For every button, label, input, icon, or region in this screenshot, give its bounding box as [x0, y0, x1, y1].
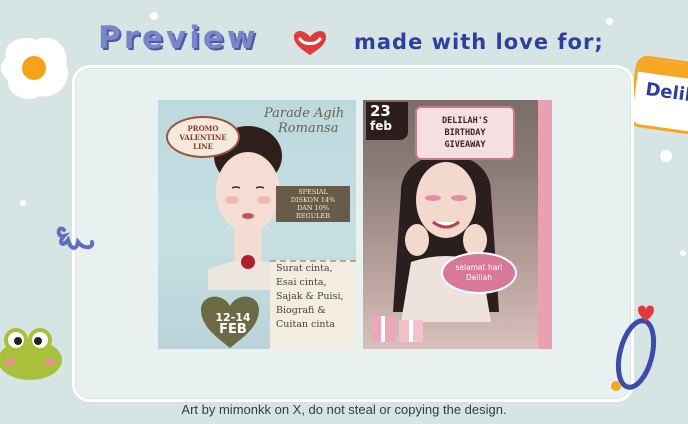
- letter-item: Sajak & Puisi,: [276, 291, 344, 302]
- giveaway-line: GIVEAWAY: [444, 140, 486, 150]
- background-dot: [660, 150, 672, 162]
- birthday-month: feb: [370, 119, 392, 133]
- greeting-bubble: selamat hari Delilah: [441, 252, 517, 294]
- letter-list: Surat cinta, Esai cinta, Sajak & Puisi, …: [270, 260, 356, 349]
- giveaway-line: BIRTHDAY: [444, 128, 486, 138]
- letter-item: Surat cinta,: [276, 263, 333, 274]
- name-tag: Delil: [627, 54, 688, 138]
- background-dot: [606, 18, 613, 25]
- made-with-love-subtitle: made with love for;: [354, 30, 604, 54]
- letter-item: Esai cinta,: [276, 277, 327, 288]
- promo-line: LINE: [193, 141, 213, 151]
- fried-egg-icon: [1, 37, 69, 99]
- promo-badge: PROMO VALENTINE LINE: [166, 116, 240, 158]
- giveaway-line: DELILAH'S: [441, 116, 489, 126]
- event-date: 12-14 FEB: [210, 312, 256, 337]
- name-tag-text: Delil: [644, 78, 688, 107]
- discount-line: SPESIAL: [298, 188, 328, 196]
- greeting-line: selamat hari: [455, 263, 503, 272]
- discount-box: SPESIAL DISKON 14% DAN 10% REGULER: [276, 186, 350, 222]
- discount-line: REGULER: [295, 212, 331, 220]
- letter-item: Biografi &: [276, 305, 326, 316]
- background-dot: [680, 250, 686, 256]
- background-dot: [20, 200, 26, 206]
- frog-icon: [0, 328, 62, 380]
- ring-icon: [611, 305, 657, 391]
- poster-title: Parade Agih Romansa: [264, 106, 356, 136]
- gift-icon: [371, 316, 423, 342]
- credit-footer: Art by mimonkk on X, do not steal or cop…: [181, 402, 507, 417]
- poster-title-line: Romansa: [278, 121, 339, 136]
- pink-border: [538, 100, 552, 349]
- birthday-day: 23: [370, 102, 391, 120]
- letter-item: Cuitan cinta: [276, 319, 336, 330]
- greeting-line: Delilah: [466, 273, 492, 282]
- ribbon-icon: [56, 226, 95, 250]
- giveaway-title: DELILAH'S BIRTHDAY GIVEAWAY: [415, 106, 515, 160]
- promo-line: PROMO: [187, 123, 219, 133]
- preview-title: Preview: [98, 20, 259, 56]
- heart-icon: [294, 31, 326, 55]
- valentine-poster: PROMO VALENTINE LINE Parade Agih Romansa…: [158, 100, 356, 349]
- birthday-poster: 23 feb DELILAH'S BIRTHDAY GIVEAWAY selam…: [363, 100, 552, 349]
- birthday-date: 23 feb: [366, 102, 408, 140]
- discount-line: DISKON 14%: [290, 196, 336, 204]
- event-date-month: FEB: [219, 322, 247, 337]
- discount-line: DAN 10%: [296, 204, 330, 212]
- poster-title-line: Parade Agih: [264, 106, 345, 121]
- background-dot: [150, 12, 158, 20]
- promo-line: VALENTINE: [179, 132, 227, 142]
